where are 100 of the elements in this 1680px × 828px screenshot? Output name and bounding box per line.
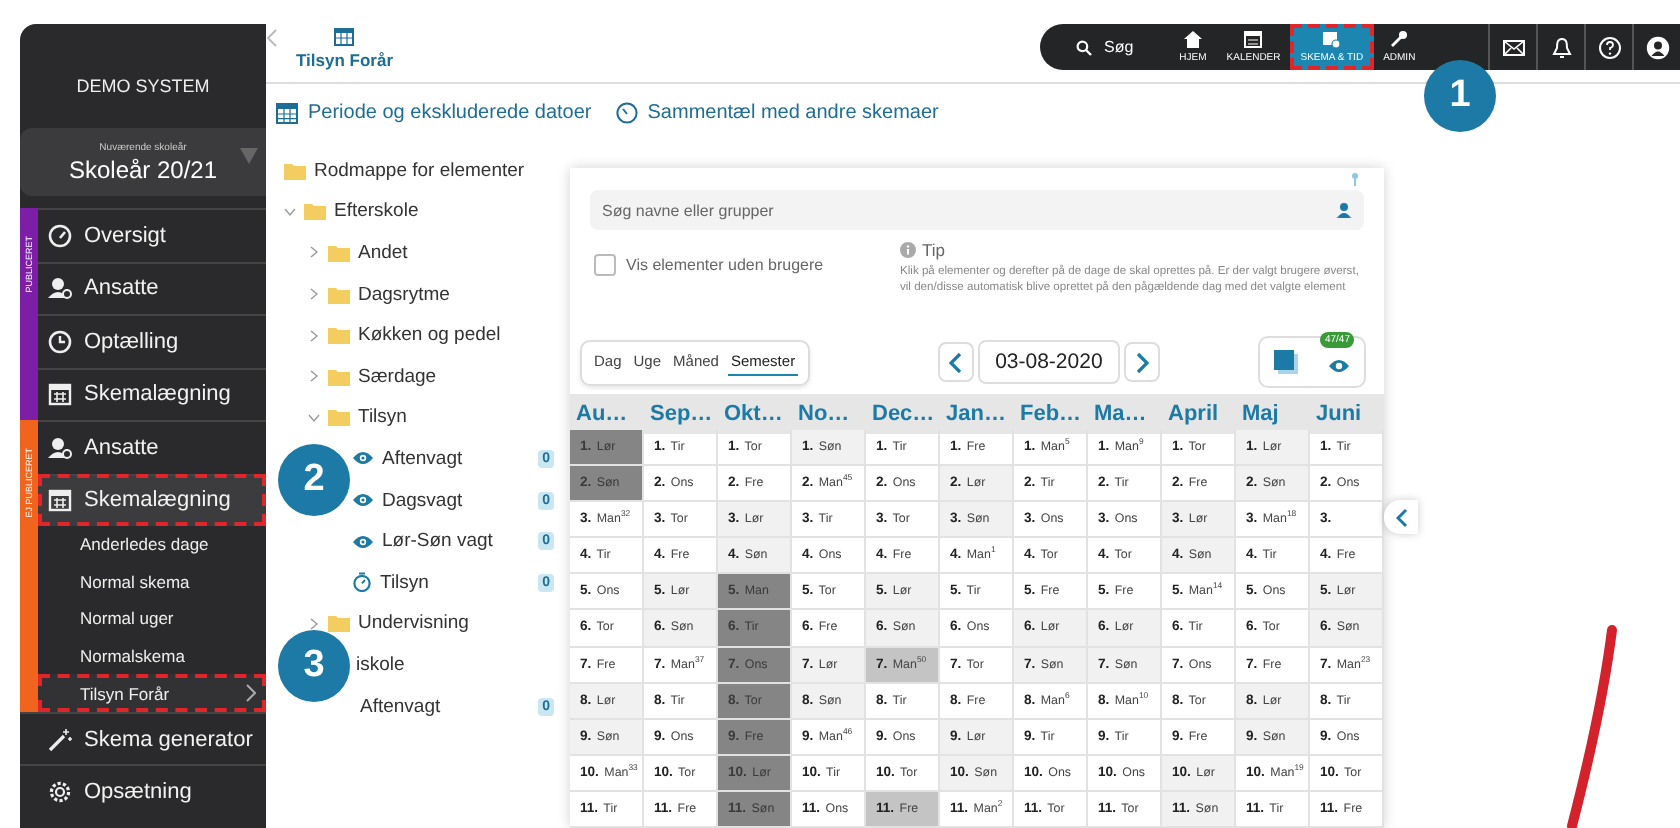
calendar-icon xyxy=(1244,30,1263,48)
tree-item[interactable]: Rodmappe for elementer xyxy=(314,159,525,182)
month-heading: Au… xyxy=(570,393,644,434)
sidebar-subitem[interactable]: Normalskema xyxy=(38,637,266,675)
clock-icon xyxy=(48,329,72,354)
folder-icon xyxy=(284,161,306,180)
tree-item[interactable]: Aftenvagt xyxy=(382,447,463,470)
pin-icon xyxy=(1350,172,1360,186)
toolbar-link[interactable]: Sammentæl med andre skemaer xyxy=(615,98,939,126)
chevron-right-icon xyxy=(1135,351,1150,374)
help-icon[interactable] xyxy=(1597,35,1621,59)
chevron-right-icon xyxy=(246,684,256,703)
info-icon xyxy=(900,242,916,258)
month-heading: Okt… xyxy=(718,393,792,434)
tree-item[interactable]: Køkken og pedel xyxy=(358,324,501,347)
mail-icon[interactable] xyxy=(1501,35,1525,59)
folder-icon xyxy=(328,326,350,345)
sidebar-item[interactable]: Optælling xyxy=(38,314,266,367)
users-icon xyxy=(48,276,72,301)
previous-button[interactable] xyxy=(937,342,974,383)
tree-item[interactable]: Dagsvagt xyxy=(382,489,463,512)
sidebar-item[interactable]: Skema generator xyxy=(20,711,266,765)
user-avatar-icon[interactable] xyxy=(1645,35,1669,59)
eye-icon xyxy=(352,533,374,550)
toolbar-link[interactable]: Periode og ekskluderede datoer xyxy=(276,98,592,126)
calendar-clock-icon xyxy=(1322,30,1341,48)
sidebar-subitem[interactable]: Tilsyn Forår xyxy=(38,674,266,712)
sidebar-item[interactable]: Skemalægning xyxy=(38,473,266,526)
checkbox-label: Vis elementer uden brugere xyxy=(626,256,824,274)
tree-item[interactable]: Aftenvagt xyxy=(360,695,441,718)
month-heading: Maj xyxy=(1236,393,1310,434)
calendar-icon xyxy=(276,101,298,123)
calendar-icon xyxy=(48,382,72,407)
tree-item[interactable]: Lør-Søn vagt xyxy=(382,530,493,553)
month-heading: Jan… xyxy=(940,393,1014,434)
person-icon xyxy=(1336,202,1352,218)
month-heading: Juni xyxy=(1310,393,1384,434)
home-icon xyxy=(1183,30,1202,48)
sidebar-item[interactable]: Oversigt xyxy=(38,208,266,261)
date-field[interactable]: 03-08-2020 xyxy=(977,340,1121,385)
users-icon xyxy=(48,435,72,460)
gauge-icon xyxy=(48,223,72,248)
tip-title: Tip xyxy=(922,240,945,260)
page-tab[interactable]: Tilsyn Forår xyxy=(296,28,393,70)
system-title: DEMO SYSTEM xyxy=(74,76,212,100)
collapse-button[interactable] xyxy=(1384,500,1418,534)
tree-item[interactable]: Dagsrytme xyxy=(358,283,450,306)
search-button[interactable]: Søg xyxy=(1040,24,1170,70)
chevron-left-icon xyxy=(1395,507,1407,527)
step-number: 2 xyxy=(278,444,350,516)
tree-item[interactable]: Undervisning xyxy=(358,612,469,635)
month-heading: Dec… xyxy=(866,393,940,434)
folder-icon xyxy=(328,285,350,304)
eye-icon xyxy=(352,450,374,467)
timer-icon xyxy=(615,101,638,123)
tree-item[interactable]: iskole xyxy=(356,653,405,676)
folder-icon xyxy=(304,202,326,221)
tree-item[interactable]: Efterskole xyxy=(334,200,419,223)
chevron-left-icon xyxy=(948,351,963,374)
calendar-icon xyxy=(334,28,355,46)
eye-icon[interactable] xyxy=(1327,358,1350,375)
wrench-icon xyxy=(1390,30,1409,48)
step-number: 1 xyxy=(1424,60,1496,132)
next-button[interactable] xyxy=(1124,342,1161,383)
month-heading: Ma… xyxy=(1088,393,1162,434)
sidebar-subitem[interactable]: Normal skema xyxy=(38,563,266,601)
checkbox[interactable] xyxy=(594,254,616,276)
tree-item[interactable]: Særdage xyxy=(358,365,437,388)
step-number: 3 xyxy=(278,630,350,702)
bell-icon[interactable] xyxy=(1549,35,1573,59)
stacked-squares-icon[interactable] xyxy=(1274,350,1299,375)
settings-icon xyxy=(48,780,72,805)
school-year-value: Skoleår 20/21 xyxy=(68,155,218,183)
month-heading: Feb… xyxy=(1014,393,1088,434)
caret-right-icon[interactable] xyxy=(308,246,320,259)
caret-right-icon[interactable] xyxy=(308,329,320,342)
tree-item[interactable]: Andet xyxy=(358,241,408,264)
search-field[interactable]: Søg navne eller grupper xyxy=(590,190,1364,230)
sidebar-item[interactable]: Opsætning xyxy=(20,764,266,818)
caret-right-icon[interactable] xyxy=(308,288,320,301)
sidebar-subitem[interactable]: Anderledes dage xyxy=(38,526,266,564)
caret-down-icon[interactable] xyxy=(284,205,296,218)
eye-icon xyxy=(352,492,374,509)
sidebar-item[interactable]: Skemalægning xyxy=(38,367,266,420)
sidebar-subitem[interactable]: Normal uger xyxy=(38,600,266,638)
calendar-icon xyxy=(48,488,72,513)
search-icon xyxy=(1076,39,1092,55)
month-heading: Sep… xyxy=(644,393,718,434)
month-heading: April xyxy=(1162,393,1236,434)
caret-down-icon[interactable] xyxy=(308,411,320,424)
month-heading: No… xyxy=(792,393,866,434)
caret-right-icon[interactable] xyxy=(308,370,320,383)
caret-right-icon[interactable] xyxy=(308,617,320,630)
folder-icon xyxy=(328,243,350,262)
folder-icon xyxy=(328,408,350,427)
dropdown-triangle-icon xyxy=(240,148,258,164)
stopwatch-icon xyxy=(352,572,372,593)
tree-item[interactable]: Tilsyn xyxy=(380,571,429,594)
tree-item[interactable]: Tilsyn xyxy=(358,406,407,429)
sidebar-item[interactable]: Ansatte xyxy=(38,261,266,314)
